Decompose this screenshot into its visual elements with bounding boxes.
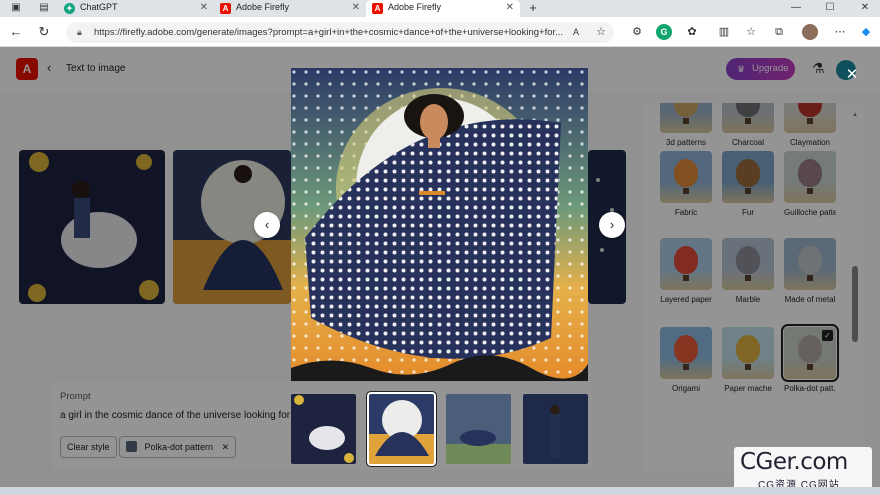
viewer-thumbnails	[291, 392, 591, 466]
tab-label: ChatGPT	[80, 2, 118, 12]
watermark-main: CGer.com	[740, 449, 848, 475]
collections-icon[interactable]: ⧉	[771, 24, 787, 40]
profile-avatar-icon[interactable]	[802, 24, 818, 40]
viewer-main-image	[291, 68, 588, 381]
tab-label: Adobe Firefly	[388, 2, 442, 12]
split-screen-icon[interactable]: ▥	[716, 24, 732, 40]
os-taskbar	[0, 487, 880, 495]
thumbnail-2[interactable]	[367, 392, 436, 466]
extension-icon[interactable]: ⚙	[629, 24, 645, 40]
more-icon[interactable]: ⋯	[832, 24, 848, 40]
close-viewer-icon[interactable]: ✕	[844, 65, 860, 83]
extension-icon[interactable]: ✿	[684, 24, 700, 40]
tab-label: Adobe Firefly	[236, 2, 290, 12]
lock-icon: 🔒︎	[77, 27, 82, 37]
favorites-icon[interactable]: ☆	[743, 24, 759, 40]
thumbnail-4[interactable]	[523, 394, 588, 464]
read-aloud-icon[interactable]: A	[568, 24, 584, 40]
tab-adobe-firefly-1[interactable]: A Adobe Firefly ✕	[214, 0, 366, 17]
workspaces-icon[interactable]: ▣	[8, 1, 24, 15]
grammarly-icon[interactable]: G	[656, 24, 672, 40]
tab-actions-icon[interactable]: ▤	[36, 1, 52, 15]
close-window-icon[interactable]: ✕	[855, 0, 875, 16]
next-image-button[interactable]: ›	[599, 212, 625, 238]
url-text: https://firefly.adobe.com/generate/image…	[94, 27, 564, 38]
chatgpt-icon: ✦	[64, 3, 75, 14]
adobe-icon: A	[372, 3, 383, 14]
close-tab-icon[interactable]: ✕	[352, 2, 360, 13]
copilot-icon[interactable]: ◆	[858, 24, 874, 40]
thumbnail-1[interactable]	[291, 394, 356, 464]
tab-adobe-firefly-2[interactable]: A Adobe Firefly ✕	[366, 0, 520, 17]
browser-toolbar: ← ↻ 🔒︎ https://firefly.adobe.com/generat…	[0, 17, 880, 47]
minimize-icon[interactable]: —	[786, 0, 806, 16]
close-tab-icon[interactable]: ✕	[200, 2, 208, 13]
refresh-icon[interactable]: ↻	[36, 24, 52, 40]
back-icon[interactable]: ←	[8, 24, 24, 40]
new-tab-icon[interactable]: +	[525, 1, 541, 15]
watermark: CGer.com CG资源 CG网站	[734, 447, 872, 492]
close-tab-icon[interactable]: ✕	[506, 2, 514, 13]
address-bar[interactable]: 🔒︎ https://firefly.adobe.com/generate/im…	[66, 22, 614, 43]
maximize-icon[interactable]: ☐	[820, 0, 840, 16]
previous-image-button[interactable]: ‹	[254, 212, 280, 238]
thumbnail-3[interactable]	[446, 394, 511, 464]
favorite-star-icon[interactable]: ☆	[593, 24, 609, 40]
browser-tab-bar: ▣ ▤ ✦ ChatGPT ✕ A Adobe Firefly ✕ A Adob…	[0, 0, 880, 17]
tab-chatgpt[interactable]: ✦ ChatGPT ✕	[58, 0, 214, 17]
adobe-icon: A	[220, 3, 231, 14]
